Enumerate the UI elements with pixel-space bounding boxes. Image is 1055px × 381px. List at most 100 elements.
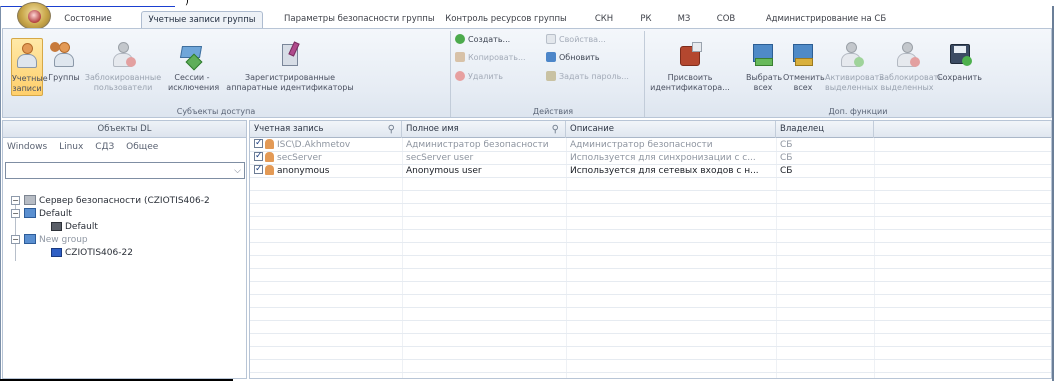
computer-icon	[51, 248, 62, 257]
select-all-icon	[749, 40, 777, 70]
row-checkbox[interactable]	[254, 152, 263, 163]
activate-selected-button[interactable]: Активировать выделенных	[825, 38, 885, 96]
tree-node-computer-default[interactable]: Default	[51, 221, 98, 233]
orb-logo-icon	[28, 10, 41, 23]
session-exception-icon	[178, 40, 206, 71]
extra-group-label: Доп. функции	[828, 107, 888, 116]
properties-icon	[546, 34, 556, 44]
cell-full-name: Администратор безопасности	[406, 140, 549, 150]
tree-node-computer-new[interactable]: CZIOTIS406-22	[51, 247, 133, 259]
cell-owner: СБ	[780, 140, 793, 150]
tab-sov[interactable]: СОВ	[710, 11, 742, 28]
tab-mz[interactable]: МЗ	[673, 11, 695, 28]
tree-node-group-default[interactable]: Default	[24, 208, 72, 220]
empty-row	[250, 334, 1051, 347]
select-all-button[interactable]: Выбрать всех	[746, 38, 783, 96]
objects-filter-combo[interactable]: ⌵	[5, 162, 245, 179]
key-icon	[546, 71, 556, 81]
tab-group-accounts[interactable]: Учетные записи группы	[141, 11, 263, 28]
tab-group-security[interactable]: Параметры безопасности группы	[284, 11, 435, 28]
delete-button[interactable]: Удалить	[455, 70, 503, 83]
create-label: Создать...	[468, 35, 511, 44]
tab-status[interactable]: Состояние	[57, 11, 119, 28]
properties-button[interactable]: Свойства...	[546, 33, 606, 46]
row-checkbox[interactable]	[254, 165, 263, 176]
col-full-name-label: Полное имя	[406, 124, 459, 134]
tab-windows[interactable]: Windows	[7, 142, 47, 152]
tree-node-group-new[interactable]: New group	[24, 234, 88, 246]
top-paren: )	[185, 0, 189, 7]
empty-row	[250, 321, 1051, 334]
ribbon: Учетные записи Группы Заблокированные по…	[2, 28, 1052, 118]
tab-common[interactable]: Общее	[126, 142, 158, 152]
set-password-button[interactable]: Задать пароль...	[546, 70, 629, 83]
server-icon	[24, 195, 36, 205]
computer-default-label: Default	[65, 222, 98, 232]
refresh-button[interactable]: Обновить	[546, 51, 600, 64]
cell-description: Используется для сетевых входов с н...	[570, 166, 759, 176]
cell-account: anonymous	[250, 165, 402, 178]
empty-row	[250, 360, 1051, 373]
block-selected-label: Заблокировать выделенных	[879, 73, 943, 92]
tab-linux[interactable]: Linux	[59, 142, 83, 152]
deselect-all-icon	[789, 40, 817, 70]
sessions-button[interactable]: Сессии - исключения	[168, 38, 219, 96]
block-selected-button[interactable]: Заблокировать выделенных	[879, 38, 943, 96]
app-menu-orb[interactable]	[17, 2, 51, 30]
tab-sb-admin[interactable]: Администрирование на СБ	[762, 11, 890, 28]
dl-objects-panel: Объекты DL Windows Linux СДЗ Общее ⌵ − С…	[2, 120, 247, 379]
blocked-users-button[interactable]: Заблокированные пользователи	[83, 38, 163, 96]
groups-button[interactable]: Группы	[47, 38, 81, 96]
table-row[interactable]: anonymous Anonymous user Используется дл…	[250, 165, 1051, 178]
select-all-label: Выбрать всех	[746, 73, 783, 92]
activate-selected-label: Активировать выделенных	[825, 73, 885, 92]
users-group-icon	[50, 40, 78, 70]
accounts-button[interactable]: Учетные записи	[11, 38, 48, 96]
ribbon-separator-2	[644, 31, 645, 117]
empty-row	[250, 204, 1051, 217]
accounts-grid: Учетная запись ⚲ Полное имя ⚲ Описание В…	[249, 120, 1052, 379]
tab-sdz[interactable]: СДЗ	[95, 142, 114, 152]
save-label: Сохранить	[937, 73, 982, 82]
cell-description: Используется для синхронизации с с...	[570, 153, 756, 163]
tab-skn[interactable]: СКН	[590, 11, 618, 28]
grid-header: Учетная запись ⚲ Полное имя ⚲ Описание В…	[250, 121, 1051, 138]
chevron-down-icon[interactable]: ⌵	[234, 166, 241, 176]
col-owner[interactable]: Владелец	[776, 121, 874, 138]
col-full-name[interactable]: Полное имя ⚲	[402, 121, 566, 138]
cell-owner: СБ	[780, 166, 793, 176]
ribbon-tabbar: Состояние Учетные записи группы Параметр…	[57, 11, 1052, 28]
user-icon	[265, 152, 274, 162]
col-account[interactable]: Учетная запись ⚲	[250, 121, 402, 138]
tab-resource-control[interactable]: Контроль ресурсов группы	[445, 11, 567, 28]
group-default-expander[interactable]: −	[11, 209, 20, 218]
frame-left	[0, 6, 1, 381]
empty-row	[250, 178, 1051, 191]
row-checkbox[interactable]	[254, 139, 263, 150]
group-new-expander[interactable]: −	[11, 235, 20, 244]
table-row[interactable]: secServer secServer user Используется дл…	[250, 152, 1051, 165]
search-icon[interactable]: ⚲	[552, 121, 559, 138]
tab-rk[interactable]: РК	[635, 11, 657, 28]
save-icon	[945, 40, 973, 70]
create-button[interactable]: Создать...	[455, 33, 510, 46]
assign-ids-button[interactable]: Присвоить идентификатора...	[648, 38, 732, 96]
deselect-all-button[interactable]: Отменить всех	[783, 38, 825, 96]
empty-row	[250, 256, 1051, 269]
tree-node-server[interactable]: Сервер безопасности (CZIOTIS406-2	[24, 195, 210, 207]
user-icon	[265, 165, 274, 175]
copy-icon	[455, 52, 465, 62]
ribbon-separator	[450, 31, 451, 117]
accounts-label: Учетные записи	[12, 74, 48, 93]
server-expander[interactable]: −	[11, 196, 20, 205]
copy-button[interactable]: Копировать...	[455, 51, 526, 64]
col-description[interactable]: Описание	[566, 121, 776, 138]
search-icon[interactable]: ⚲	[388, 121, 395, 138]
registered-hw-button[interactable]: Зарегистрированные аппаратные идентифика…	[223, 38, 357, 96]
subjects-group-label: Субъекты доступа	[176, 107, 256, 116]
save-button[interactable]: Сохранить	[937, 38, 982, 96]
assign-id-icon	[676, 40, 704, 70]
table-row[interactable]: ISC\D.Akhmetov Администратор безопасност…	[250, 139, 1051, 152]
plus-icon	[455, 34, 465, 44]
block-user-icon	[893, 40, 921, 70]
